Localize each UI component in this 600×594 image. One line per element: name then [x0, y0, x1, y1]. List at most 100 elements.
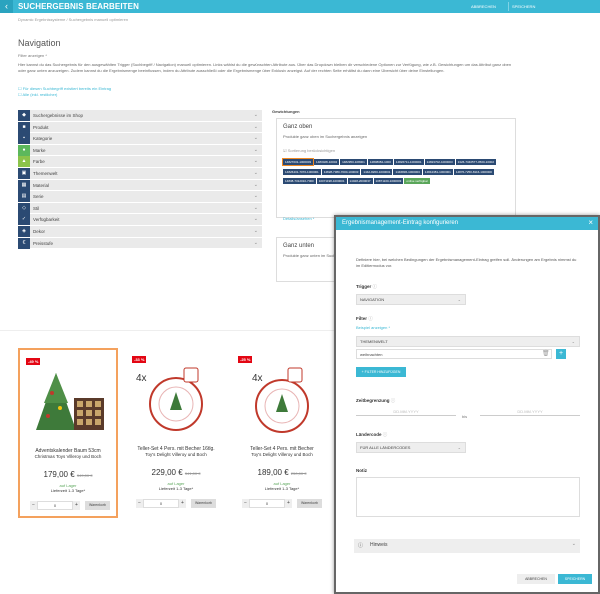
chevron-down-icon: ⌄ [457, 445, 461, 450]
minus-button[interactable]: − [136, 499, 143, 508]
minus-button[interactable]: − [242, 499, 249, 508]
tag[interactable]: 14808082-1000 [367, 159, 393, 165]
quantity-input[interactable]: 0 [143, 499, 179, 508]
example-link[interactable]: Beispiel anzeigen * [356, 325, 390, 330]
plus-button[interactable]: + [179, 499, 186, 508]
existing-entry-checkbox[interactable]: ☐ Für diesen Suchbegriff existiert berei… [18, 86, 111, 91]
quantity-stepper: − 0 + Warenkorb [136, 499, 216, 508]
page-title: SUCHERGEBNIS BEARBEITEN [18, 2, 139, 11]
plus-button[interactable]: + [73, 501, 80, 510]
trash-icon[interactable]: 🗑 [542, 350, 550, 357]
product-name[interactable]: Teller-Set 4 Pers. mit Becher Toy's Delig… [232, 446, 332, 458]
add-filter-button[interactable]: + FILTER HINZUFÜGEN [356, 367, 406, 377]
filter-value-input[interactable]: weihnachten [356, 349, 552, 359]
product-price: 179,00 € 349,00 € [43, 470, 93, 479]
facet-row[interactable]: ▦ Material ⌄ [18, 179, 262, 192]
tag-list: 14827031-1000003 1483028-10004 1482950-108… [281, 158, 508, 188]
details-link[interactable]: Details/ansehen * [283, 216, 314, 221]
country-label: Ländercode ⓘ [356, 432, 388, 437]
facet-row[interactable]: € Preisstufe ⌄ [18, 237, 262, 250]
tag[interactable]: 10871100-1000003 [373, 178, 404, 184]
cart-button[interactable]: Warenkorb [191, 499, 216, 508]
facet-row[interactable]: ◆ Suchergebnisse im Shop ⌄ [18, 110, 262, 122]
tag[interactable]: 14827031-1000003 [281, 158, 315, 166]
tag[interactable]: 14842381-1000001 [422, 168, 453, 175]
tag[interactable]: 14826431-7070-1000001 [283, 168, 321, 175]
chevron-down-icon: ⌄ [253, 193, 258, 200]
tag[interactable]: 14876-7250-8116-1000000 [453, 168, 494, 175]
tag[interactable]: 10071198-1000001 [316, 178, 347, 184]
description: Hier kannst du das Suchergebnis für den … [18, 62, 512, 73]
close-icon[interactable]: × [588, 218, 593, 227]
quantity-input[interactable]: 0 [249, 499, 285, 508]
modal-cancel-button[interactable]: ABBRECHEN [517, 574, 555, 584]
facet-row[interactable]: ▣ Themenwelt ⌄ [18, 167, 262, 180]
end-date-input[interactable]: DD.MM.YYYY [480, 407, 580, 416]
country-select[interactable]: FÜR ALLE LÄNDERCODES ⌄ [356, 442, 466, 453]
plate-set-image [149, 367, 203, 431]
tag[interactable]: 1326-7340577-0500-10002 [455, 159, 497, 165]
save-button[interactable]: SPEICHERN [508, 2, 538, 11]
facet-icon: ◆ [18, 110, 30, 121]
facet-row[interactable]: ■ Produkt ⌄ [18, 121, 262, 134]
quantity-stepper: − 0 + Warenkorb [242, 499, 322, 508]
tag[interactable]: 14823702-1000003 [424, 159, 455, 165]
top-weight-panel: Ganz oben Produkte ganz oben im Sucherge… [276, 118, 516, 221]
hints-accordion[interactable]: ⓘ Hinweis ⌄ [354, 539, 580, 553]
tag[interactable]: 1483028-10004 [314, 159, 340, 165]
plus-button[interactable]: + [285, 499, 292, 508]
filter-link[interactable]: Filter anzeigen * [18, 53, 47, 58]
cart-button[interactable]: Warenkorb [85, 501, 110, 510]
tag[interactable]: 1446836-1000003 [393, 168, 422, 175]
modal-save-button[interactable]: SPEICHERN [558, 574, 592, 584]
product-name[interactable]: Adventskalender Baum 53cm Christmas Toys … [20, 448, 116, 460]
quantity-input[interactable]: 0 [37, 501, 73, 510]
facet-row[interactable]: ◈ Dekor ⌄ [18, 225, 262, 238]
notes-textarea[interactable] [356, 477, 580, 517]
product-card[interactable]: -33 % 4x Teller-Set 4 Pers. mit Becher 1… [126, 348, 226, 518]
product-price: 229,00 € 341,00 € [151, 468, 201, 477]
minus-button[interactable]: − [30, 501, 37, 510]
facet-icon: ● [18, 144, 30, 156]
tag[interactable]: 1442-8260-1000001 [361, 168, 393, 175]
chevron-down-icon: ⌄ [253, 216, 258, 223]
product-name[interactable]: Teller-Set 4 Pers. mit Becher 16tlg. Toy'… [126, 446, 226, 458]
facet-row[interactable]: ▲ Farbe ⌄ [18, 156, 262, 168]
filter-field-select[interactable]: THEMENWELT ⌄ [356, 336, 580, 347]
tag[interactable]: 14828-7380-7000-100003 [321, 168, 361, 175]
chevron-down-icon: ⌄ [253, 169, 258, 176]
modal-header: Ergebnismanagement-Eintrag konfigurieren… [336, 217, 598, 230]
tag[interactable]: 1482950-108001 [340, 159, 367, 165]
availability: auf Lager Lieferzeit 1-3 Tage* [264, 481, 300, 491]
tag[interactable]: 14826711-1000001 [393, 159, 424, 165]
cart-button[interactable]: Warenkorb [297, 499, 322, 508]
chevron-down-icon: ⌄ [253, 204, 258, 211]
top-title: Ganz oben [283, 124, 313, 130]
tag[interactable]: online verfügbar [404, 178, 430, 184]
cancel-button[interactable]: ABBRECHEN [468, 2, 499, 11]
add-value-button[interactable]: + [556, 349, 566, 359]
facet-row[interactable]: ▤ Serie ⌄ [18, 191, 262, 203]
sort-checkbox[interactable]: ☑ Sortierung berücksichtigen [283, 148, 335, 153]
trigger-select[interactable]: NAVIGATION ⌄ [356, 294, 466, 305]
all-checkbox[interactable]: ☐ Alle (inkl. restlicher) [18, 92, 57, 97]
facet-row[interactable]: ✓ Verfügbarkeit ⌄ [18, 214, 262, 226]
facet-row[interactable]: ▪ Kategorie ⌄ [18, 133, 262, 145]
product-card[interactable]: -25 % 4x Teller-Set 4 Pers. mit Becher To… [232, 348, 332, 518]
date-separator: bis [462, 414, 468, 419]
facet-label: Marke [33, 147, 46, 153]
facet-row[interactable]: ◇ Stil ⌄ [18, 202, 262, 215]
facet-icon: ◇ [18, 202, 30, 214]
chevron-down-icon: ⌄ [457, 297, 461, 302]
product-card[interactable]: -49 % Adventskalender Baum 53cm Christmas… [18, 348, 118, 518]
chevron-down-icon: ⌄ [571, 339, 575, 344]
facet-row[interactable]: ● Marke ⌄ [18, 144, 262, 157]
config-modal: Ergebnismanagement-Eintrag konfigurieren… [334, 215, 600, 594]
facet-icon: ▣ [18, 167, 30, 179]
quantity-badge: 4x [136, 373, 147, 384]
back-icon[interactable]: ‹ [0, 0, 13, 13]
facet-label: Material [33, 182, 50, 188]
tag[interactable]: 14028-2000037 [347, 178, 373, 184]
tag[interactable]: 14838-7312010-7000 [283, 178, 316, 184]
start-date-input[interactable]: DD.MM.YYYY [356, 407, 456, 416]
